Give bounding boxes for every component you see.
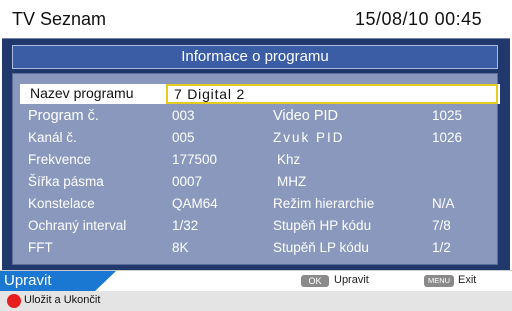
video-pid-value: 1025 bbox=[432, 108, 463, 123]
channel-number-value: 005 bbox=[172, 130, 195, 145]
ok-key-label[interactable]: Upravit bbox=[334, 274, 369, 286]
constellation-label: Konstelace bbox=[28, 196, 95, 211]
program-number-label: Program č. bbox=[28, 108, 99, 124]
frequency-value: 177500 bbox=[172, 152, 218, 167]
bandwidth-value: 0007 bbox=[172, 174, 203, 189]
save-and-exit-label[interactable]: Uložit a Ukončit bbox=[24, 294, 100, 306]
bandwidth-label: Šířka pásma bbox=[28, 174, 104, 189]
bottom-strip: Uložit a Ukončit bbox=[0, 291, 512, 311]
program-name-input[interactable]: 7 Digital 2 bbox=[166, 84, 498, 104]
bandwidth-unit: MHZ bbox=[277, 174, 307, 189]
red-button-icon bbox=[7, 294, 21, 308]
constellation-value: QAM64 bbox=[172, 196, 218, 211]
audio-pid-label: Zvuk PID bbox=[273, 130, 345, 145]
menu-key-label[interactable]: Exit bbox=[458, 274, 476, 286]
hierarchy-mode-value: N/A bbox=[432, 196, 455, 211]
audio-pid-value: 1026 bbox=[432, 130, 463, 145]
lp-code-rate-label: Stupěň LP kódu bbox=[273, 240, 369, 255]
fft-value: 8K bbox=[172, 240, 189, 255]
section-title: Informace o programu bbox=[12, 45, 498, 69]
hierarchy-mode-label: Režim hierarchie bbox=[273, 196, 375, 211]
channel-number-label: Kanál č. bbox=[28, 130, 77, 145]
frequency-label: Frekvence bbox=[28, 152, 92, 167]
hp-code-rate-value: 7/8 bbox=[432, 218, 451, 233]
video-pid-label: Video PID bbox=[273, 108, 339, 124]
header-bar: TV Seznam 15/08/10 00:45 bbox=[0, 0, 512, 38]
program-number-value: 003 bbox=[172, 108, 195, 123]
hp-code-rate-label: Stupěň HP kódu bbox=[273, 218, 372, 233]
guard-interval-value: 1/32 bbox=[172, 218, 199, 233]
program-name-row[interactable]: Nazev programu 7 Digital 2 bbox=[20, 84, 500, 104]
frequency-unit: Khz bbox=[277, 152, 301, 167]
ok-key-icon: OK bbox=[301, 275, 329, 287]
edit-tab[interactable]: Upravit bbox=[0, 271, 116, 291]
lp-code-rate-value: 1/2 bbox=[432, 240, 451, 255]
screen-title: TV Seznam bbox=[12, 9, 107, 29]
menu-key-icon: MENU bbox=[424, 275, 454, 287]
program-name-label: Nazev programu bbox=[30, 85, 134, 101]
date-time: 15/08/10 00:45 bbox=[355, 9, 483, 29]
guard-interval-label: Ochraný interval bbox=[28, 218, 127, 233]
fft-label: FFT bbox=[28, 240, 53, 255]
footer-bar: Upravit OK Upravit MENU Exit bbox=[0, 270, 512, 291]
